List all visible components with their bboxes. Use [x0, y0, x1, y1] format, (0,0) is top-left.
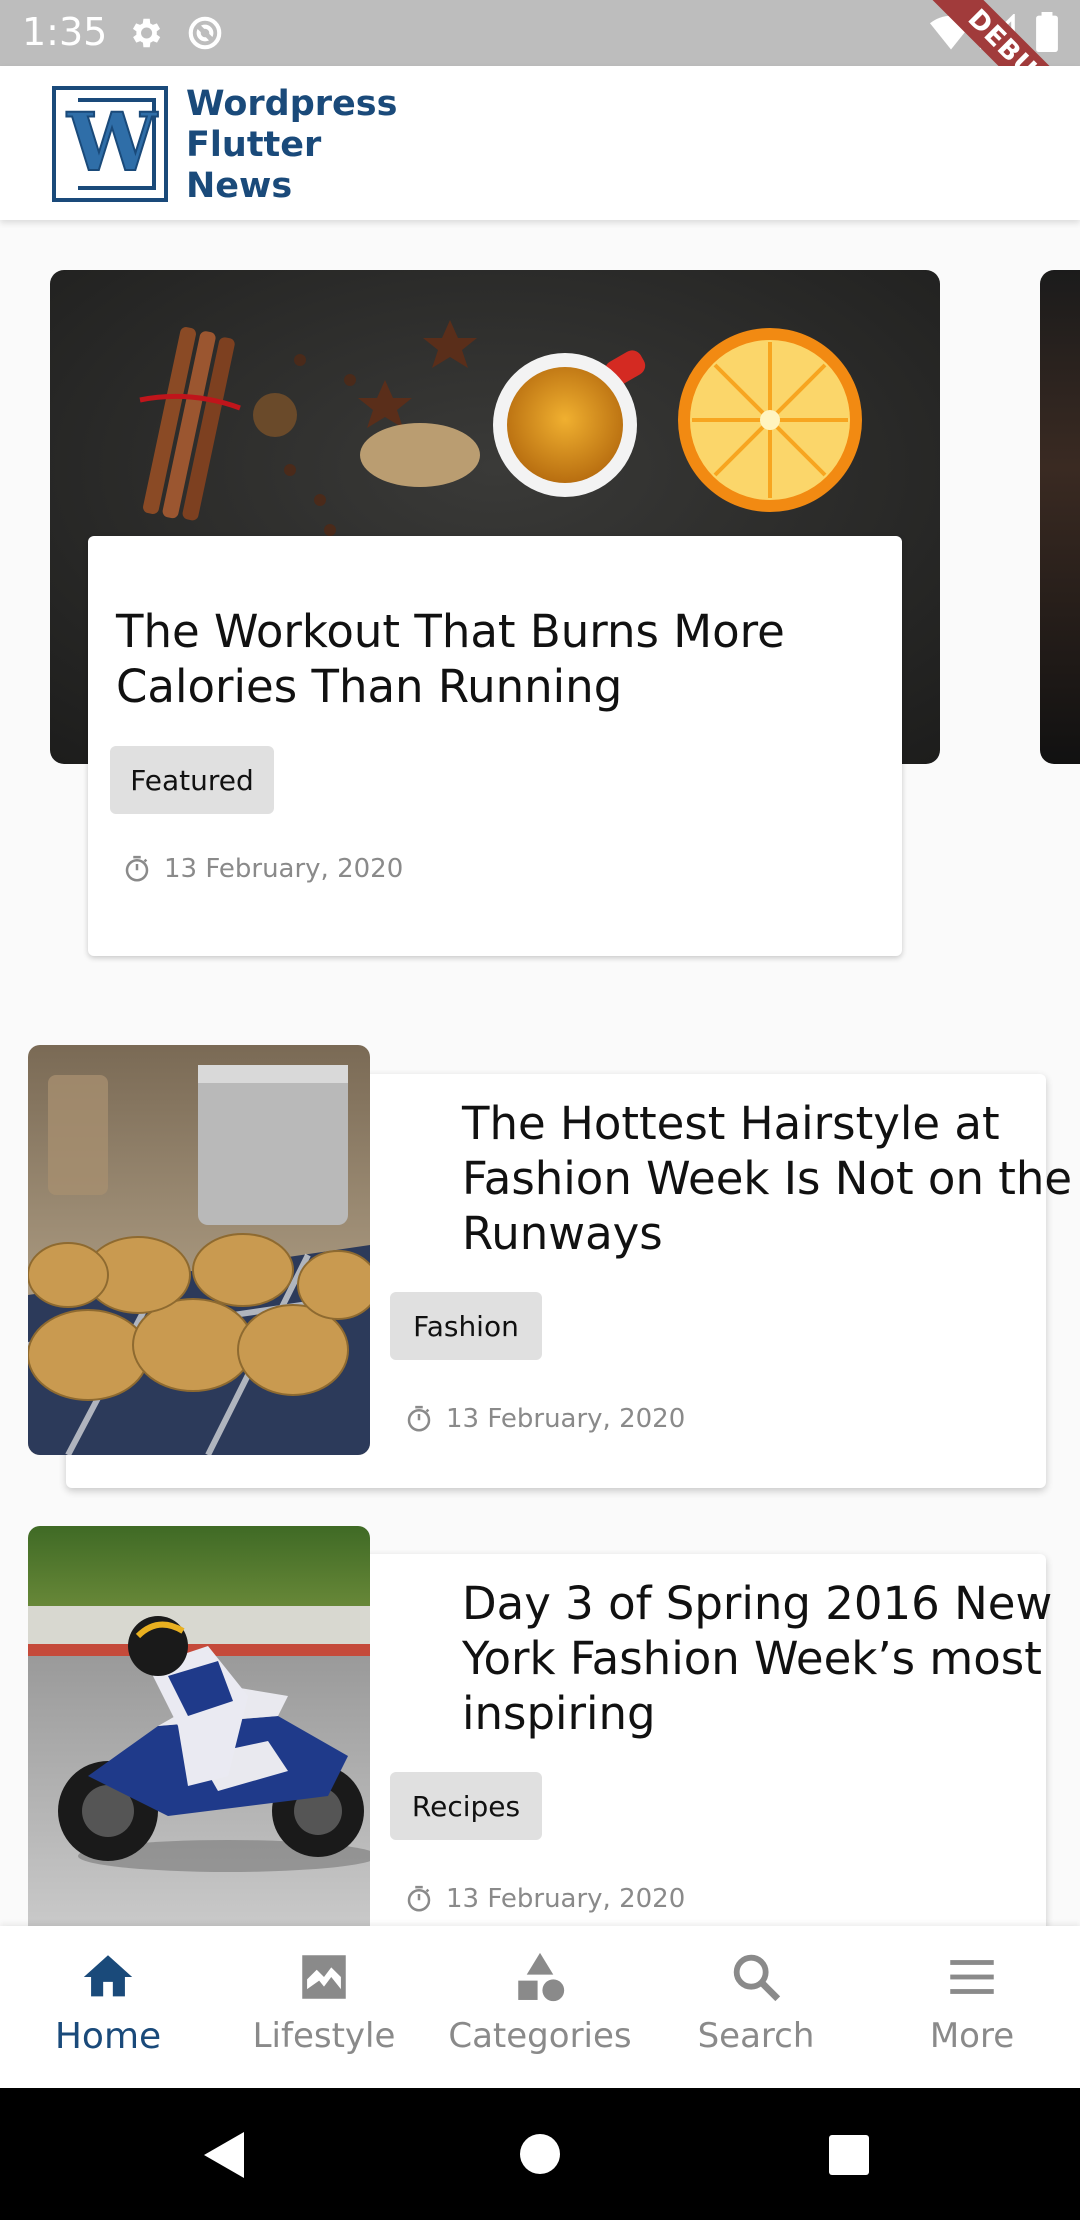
timer-icon	[407, 1405, 431, 1432]
back-icon[interactable]	[200, 2130, 248, 2180]
image-icon	[302, 1955, 346, 1999]
article-title[interactable]: The Hottest Hairstyle at Fashion Week Is…	[462, 1096, 1080, 1261]
category-chip[interactable]: Recipes	[390, 1772, 542, 1840]
brand-line-2: Flutter	[186, 125, 322, 165]
article-date-row: 13 February, 2020	[122, 854, 403, 884]
status-bar: 1:35	[0, 0, 1080, 66]
nav-label-lifestyle: Lifestyle	[252, 2016, 396, 2056]
sync-icon	[188, 16, 222, 50]
article-title[interactable]: Day 3 of Spring 2016 New York Fashion We…	[462, 1576, 1080, 1741]
menu-icon	[950, 1960, 994, 1994]
nav-item-home[interactable]: Home	[0, 1926, 216, 2088]
timer-icon	[407, 1885, 431, 1912]
bottom-navigation: Home Lifestyle Categories Search More	[0, 1926, 1080, 2088]
category-chip[interactable]: Featured	[110, 746, 274, 814]
home-icon	[83, 1955, 133, 1997]
home-circle-icon[interactable]	[518, 2132, 562, 2176]
nav-label-search: Search	[697, 2016, 815, 2056]
logo-icon: W	[52, 86, 168, 202]
nav-item-categories[interactable]: Categories	[432, 1926, 648, 2088]
svg-text:W: W	[66, 95, 158, 189]
category-chip[interactable]: Fashion	[390, 1292, 542, 1360]
nav-label-home: Home	[54, 2016, 162, 2057]
screen: 1:35 DEBUG W Wordpress Flutter News The …	[0, 0, 1080, 2220]
nav-item-search[interactable]: Search	[648, 1926, 864, 2088]
brand-name: Wordpress Flutter News	[186, 84, 397, 207]
next-featured-image[interactable]	[1040, 270, 1080, 764]
article-date-row: 13 February, 2020	[404, 1884, 685, 1914]
nav-label-categories: Categories	[448, 2016, 632, 2056]
nav-item-lifestyle[interactable]: Lifestyle	[216, 1926, 432, 2088]
nav-item-more[interactable]: More	[864, 1926, 1080, 2088]
article-date: 13 February, 2020	[446, 1404, 686, 1434]
article-image-motorcycle[interactable]	[28, 1526, 370, 1926]
status-time: 1:35	[22, 10, 108, 54]
brand-line-1: Wordpress	[186, 84, 398, 124]
search-icon	[733, 1954, 781, 2002]
battery-icon	[1036, 12, 1058, 52]
nav-label-more: More	[929, 2016, 1015, 2056]
article-date-row: 13 February, 2020	[404, 1404, 685, 1434]
gear-icon	[132, 18, 161, 48]
article-date: 13 February, 2020	[446, 1884, 686, 1914]
category-icon	[518, 1952, 565, 2002]
app-bar: W Wordpress Flutter News	[0, 66, 1080, 220]
system-navigation-bar	[0, 2088, 1080, 2220]
timer-icon	[125, 855, 149, 882]
brand-line-3: News	[186, 166, 293, 206]
recents-icon[interactable]	[828, 2134, 870, 2176]
article-date: 13 February, 2020	[164, 854, 404, 884]
article-image-potatoes[interactable]	[28, 1045, 370, 1455]
featured-article-card[interactable]: The Workout That Burns More Calories Tha…	[88, 536, 902, 956]
featured-article-title[interactable]: The Workout That Burns More Calories Tha…	[116, 604, 876, 714]
